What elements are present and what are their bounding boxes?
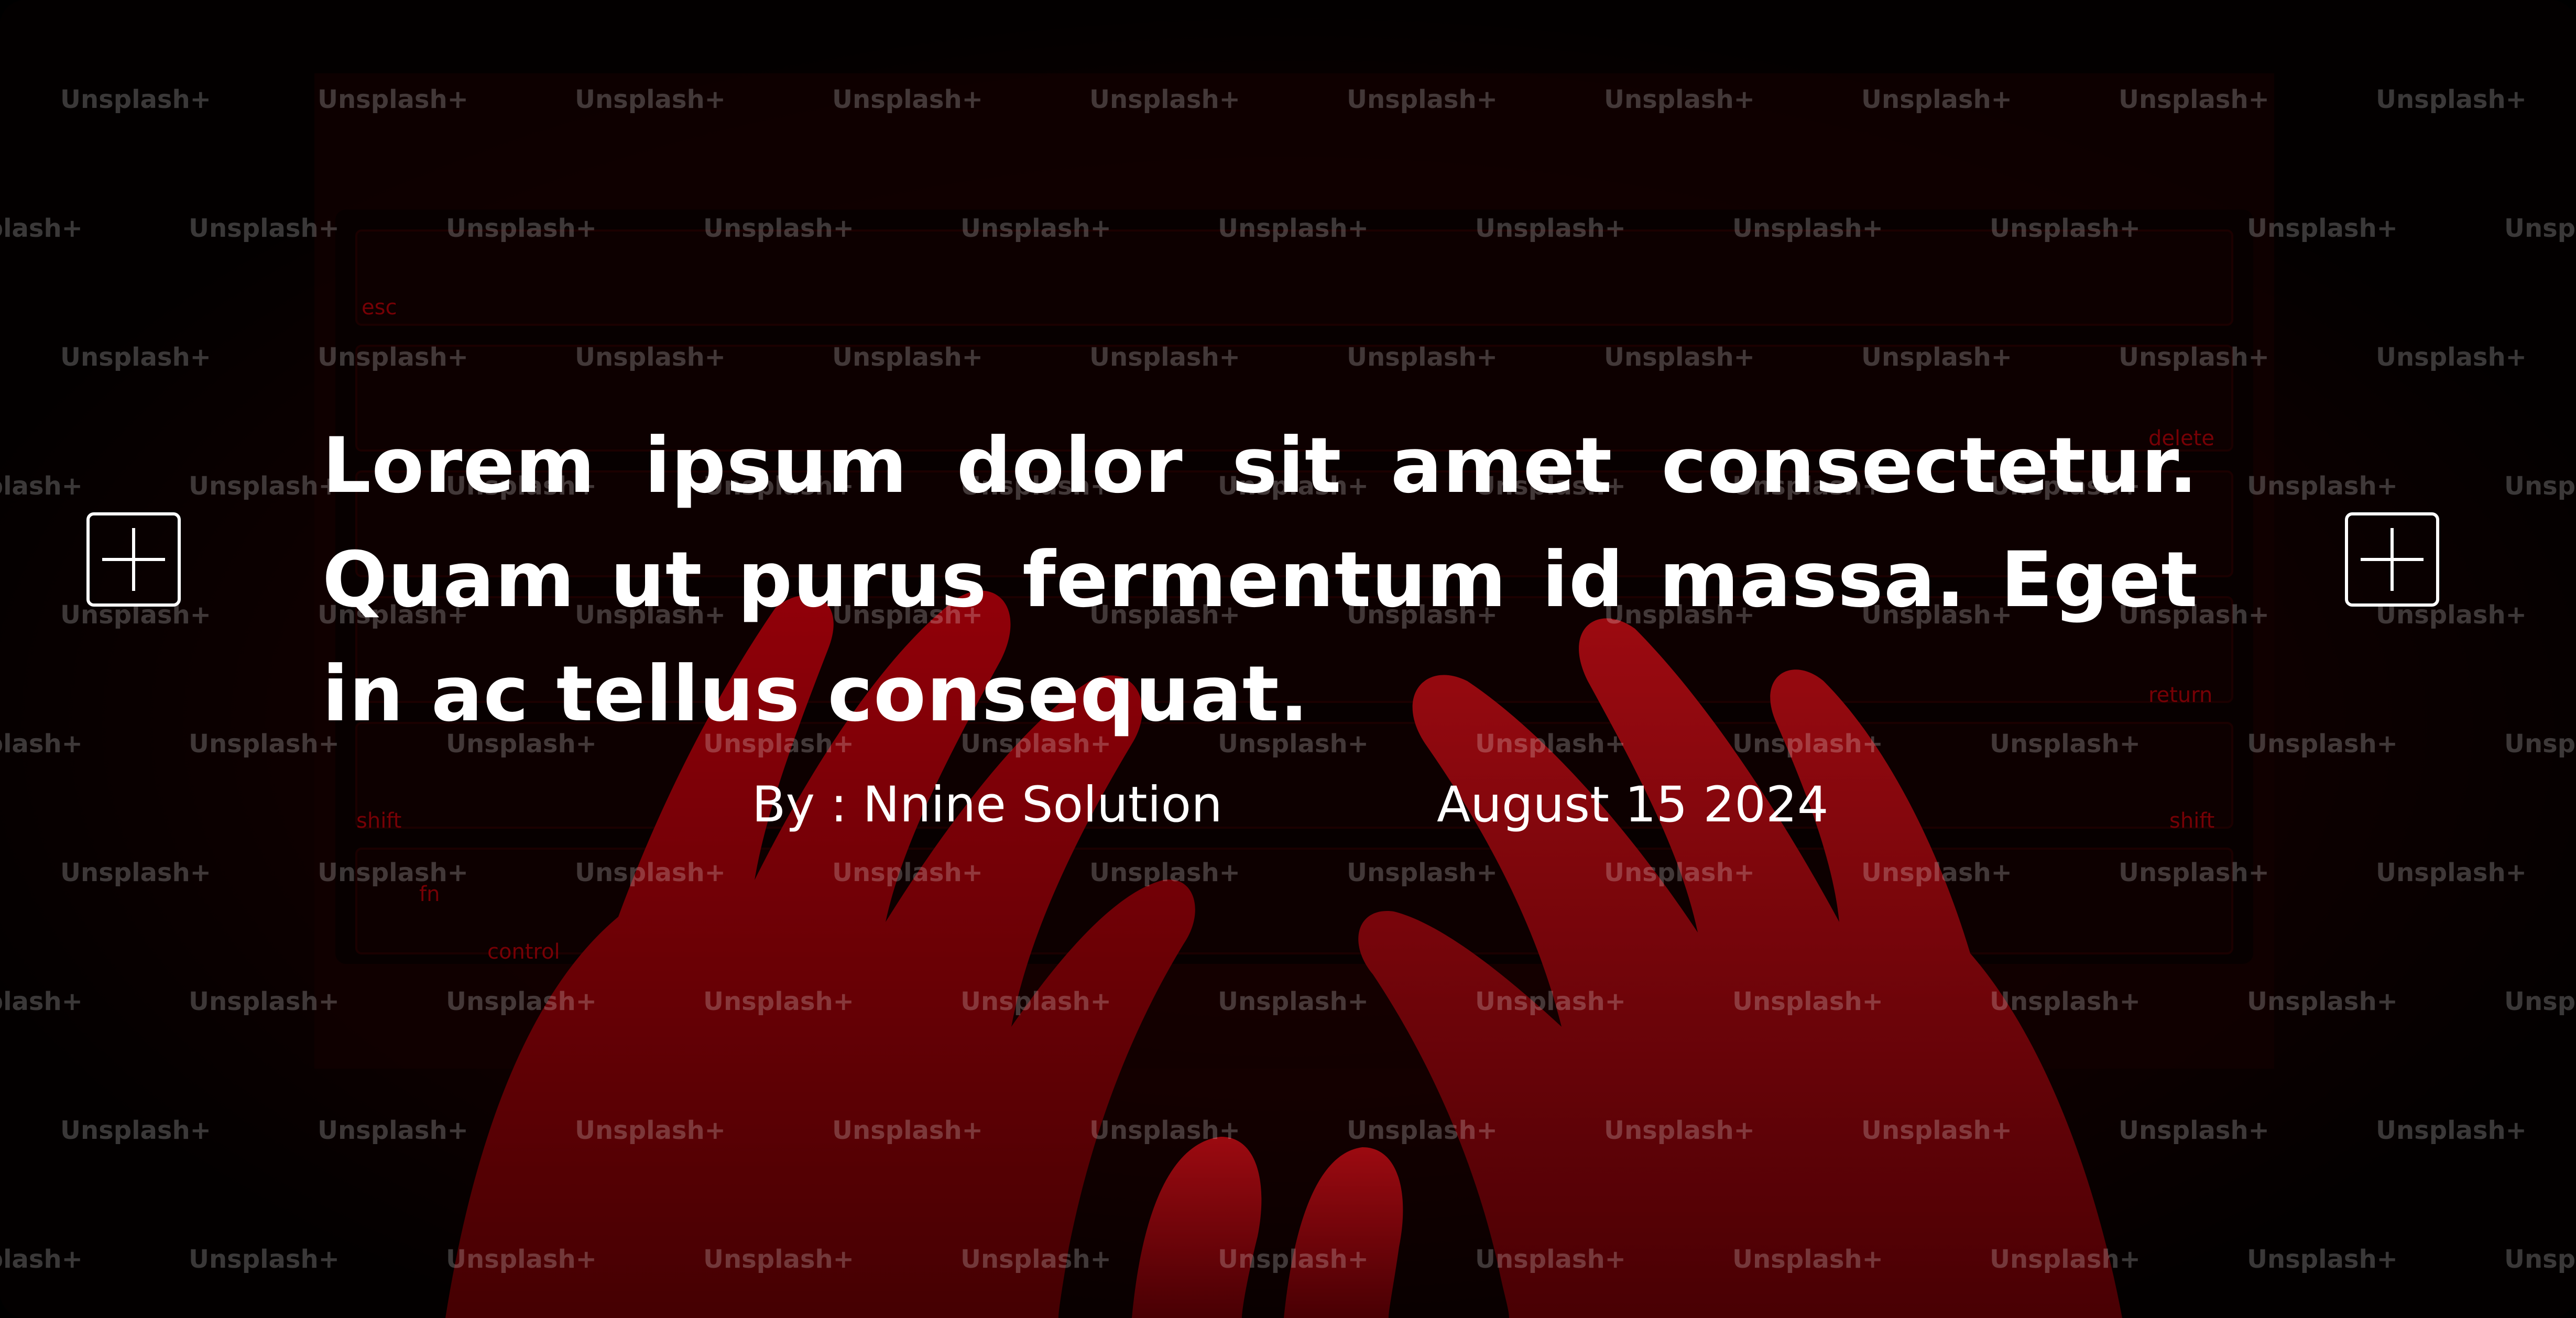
watermark: Unsplash+	[2376, 85, 2527, 114]
watermark: Unsplash+	[1990, 214, 2141, 243]
watermark: Unsplash+	[832, 858, 983, 887]
watermark: Unsplash+	[2376, 1116, 2527, 1145]
watermark: Unsplash+	[189, 987, 340, 1016]
watermark: Unsplash+	[960, 1245, 1111, 1274]
watermark: Unsplash+	[960, 214, 1111, 243]
publish-date: August 15 2024	[1437, 776, 1829, 833]
watermark: Unsplash+	[318, 343, 468, 372]
watermark: Unsplash+	[2504, 987, 2576, 1016]
watermark: Unsplash+	[60, 1116, 211, 1145]
watermark: Unsplash+	[0, 471, 83, 501]
watermark: Unsplash+	[1218, 214, 1369, 243]
watermark: Unsplash+	[1347, 858, 1498, 887]
watermark: Unsplash+	[1347, 343, 1498, 372]
watermark: Unsplash+	[2247, 1245, 2398, 1274]
watermark: Unsplash+	[189, 729, 340, 759]
watermark: Unsplash+	[318, 858, 468, 887]
watermark: Unsplash+	[1732, 214, 1883, 243]
watermark: Unsplash+	[189, 214, 340, 243]
watermark: Unsplash+	[1475, 214, 1626, 243]
watermark: Unsplash+	[575, 343, 726, 372]
watermark: Unsplash+	[189, 1245, 340, 1274]
watermark: Unsplash+	[318, 85, 468, 114]
hero-banner: esc shift shift return delete fn control…	[0, 0, 2576, 1318]
watermark: Unsplash+	[446, 1245, 597, 1274]
plus-icon	[2361, 528, 2424, 591]
plus-icon	[102, 528, 165, 591]
watermark: Unsplash+	[1218, 987, 1369, 1016]
watermark: Unsplash+	[1990, 1245, 2141, 1274]
watermark: Unsplash+	[1089, 1116, 1240, 1145]
watermark: Unsplash+	[1089, 858, 1240, 887]
watermark: Unsplash+	[1475, 1245, 1626, 1274]
watermark: Unsplash+	[703, 987, 854, 1016]
watermark: Unsplash+	[575, 1116, 726, 1145]
watermark: Unsplash+	[1732, 987, 1883, 1016]
watermark: Unsplash+	[2119, 343, 2269, 372]
watermark: Unsplash+	[1089, 85, 1240, 114]
watermark: Unsplash+	[1861, 1116, 2012, 1145]
watermark: Unsplash+	[189, 471, 340, 501]
watermark: Unsplash+	[2247, 471, 2398, 501]
watermark: Unsplash+	[2504, 729, 2576, 759]
watermark: Unsplash+	[1604, 858, 1755, 887]
watermark: Unsplash+	[1861, 85, 2012, 114]
watermark: Unsplash+	[1604, 343, 1755, 372]
watermark: Unsplash+	[1089, 343, 1240, 372]
watermark: Unsplash+	[1732, 1245, 1883, 1274]
watermark: Unsplash+	[2376, 343, 2527, 372]
watermark: Unsplash+	[2119, 1116, 2269, 1145]
watermark: Unsplash+	[703, 214, 854, 243]
watermark: Unsplash+	[0, 214, 83, 243]
watermark: Unsplash+	[1861, 858, 2012, 887]
author-byline: By : Nnine Solution	[752, 776, 1222, 833]
watermark: Unsplash+	[832, 1116, 983, 1145]
prev-button[interactable]	[86, 512, 181, 607]
watermark: Unsplash+	[60, 85, 211, 114]
watermark: Unsplash+	[1861, 343, 2012, 372]
watermark: Unsplash+	[2119, 85, 2269, 114]
watermark: Unsplash+	[1347, 85, 1498, 114]
watermark: Unsplash+	[2247, 729, 2398, 759]
watermark: Unsplash+	[832, 343, 983, 372]
watermark: Unsplash+	[2119, 858, 2269, 887]
watermark: Unsplash+	[1604, 1116, 1755, 1145]
watermark: Unsplash+	[60, 343, 211, 372]
watermark: Unsplash+	[575, 85, 726, 114]
watermark: Unsplash+	[2247, 987, 2398, 1016]
watermark: Unsplash+	[446, 214, 597, 243]
watermark: Unsplash+	[575, 858, 726, 887]
watermark: Unsplash+	[0, 987, 83, 1016]
watermark: Unsplash+	[0, 1245, 83, 1274]
next-button[interactable]	[2345, 512, 2439, 607]
watermark: Unsplash+	[446, 987, 597, 1016]
watermark: Unsplash+	[2247, 214, 2398, 243]
watermark: Unsplash+	[1990, 987, 2141, 1016]
watermark: Unsplash+	[832, 85, 983, 114]
watermark: Unsplash+	[2376, 858, 2527, 887]
watermark: Unsplash+	[1475, 987, 1626, 1016]
watermark: Unsplash+	[1218, 1245, 1369, 1274]
watermark: Unsplash+	[2504, 471, 2576, 501]
watermark: Unsplash+	[1347, 1116, 1498, 1145]
watermark: Unsplash+	[2504, 214, 2576, 243]
watermark: Unsplash+	[2504, 1245, 2576, 1274]
watermark: Unsplash+	[960, 987, 1111, 1016]
watermark: Unsplash+	[0, 729, 83, 759]
watermark: Unsplash+	[1604, 85, 1755, 114]
watermark: Unsplash+	[318, 1116, 468, 1145]
headline: Lorem ipsum dolor sit amet consectetur. …	[322, 421, 2198, 739]
watermark: Unsplash+	[703, 1245, 854, 1274]
watermark: Unsplash+	[60, 858, 211, 887]
